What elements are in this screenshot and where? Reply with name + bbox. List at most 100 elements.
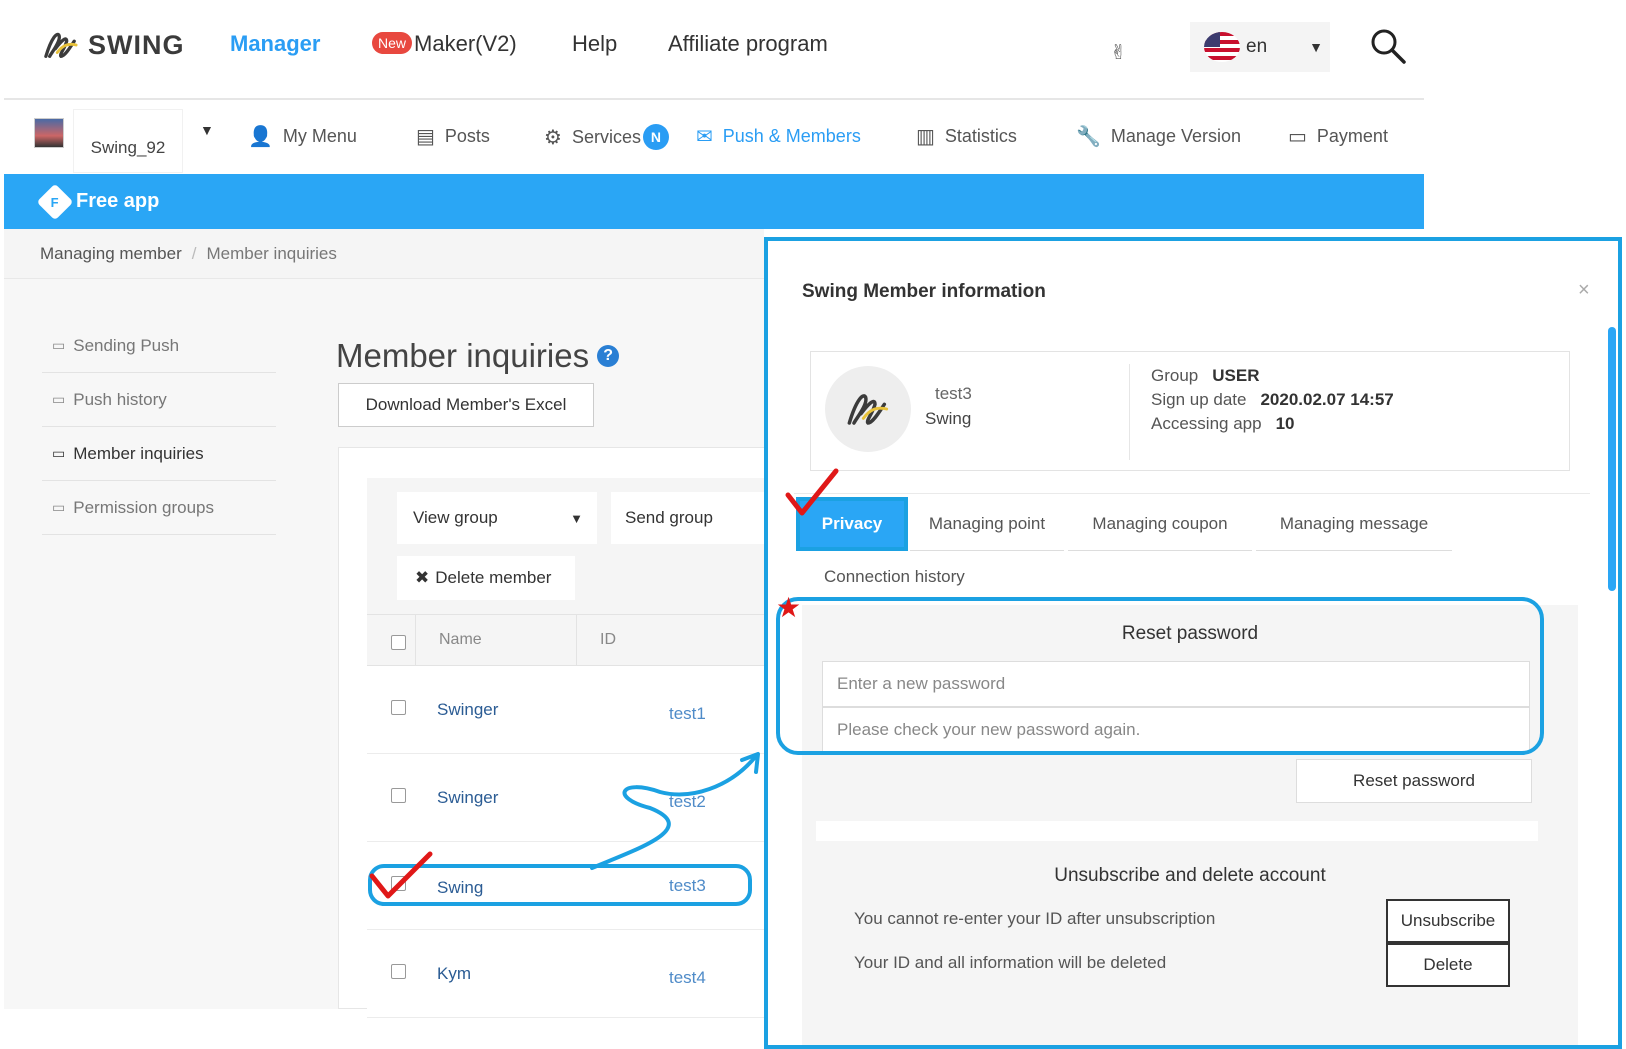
row-id[interactable]: test4 xyxy=(669,968,706,988)
posts-icon: ▤ xyxy=(416,126,435,148)
gear-icon: ⚙ xyxy=(544,126,562,149)
member-name: Swing xyxy=(925,409,972,428)
sidebar-item-label: Permission groups xyxy=(73,497,215,517)
tabs-divider xyxy=(794,493,1590,494)
sidebar-item-push-history[interactable]: ▭ Push history xyxy=(42,373,276,427)
star-icon: ★ xyxy=(776,592,802,623)
subnav-push-members[interactable]: ✉ Push & Members xyxy=(696,124,861,149)
tab-connection-history[interactable]: Connection history xyxy=(824,567,965,587)
row-checkbox[interactable] xyxy=(391,964,406,979)
column-divider xyxy=(415,615,416,667)
breadcrumb: Managing member / Member inquiries xyxy=(4,229,764,279)
language-select[interactable]: en ▼ xyxy=(1190,22,1330,72)
subnav-my-menu-label: My Menu xyxy=(282,126,357,146)
breadcrumb-parent[interactable]: Managing member xyxy=(40,244,182,264)
member-info-modal: Swing Member information × test3 Swing G… xyxy=(764,237,1622,1049)
breadcrumb-current: Member inquiries xyxy=(206,243,337,263)
subnav-statistics-label: Statistics xyxy=(944,126,1017,146)
sidebar-item-member-inquiries[interactable]: ▭ Member inquiries xyxy=(42,427,276,481)
envelope-icon: ✉ xyxy=(696,126,713,148)
subnav-manage-version-label: Manage Version xyxy=(1110,126,1241,146)
free-app-icon-letter: F xyxy=(51,193,59,209)
group-value: USER xyxy=(1212,366,1260,385)
delete-button[interactable]: Delete xyxy=(1386,943,1510,987)
user-icon: 👤 xyxy=(248,126,273,148)
table-row[interactable]: Swinger test1 xyxy=(367,666,769,754)
close-icon[interactable]: × xyxy=(1578,279,1590,302)
peace-hand-icon[interactable]: ✌ xyxy=(1110,40,1127,65)
column-name[interactable]: Name xyxy=(439,631,482,649)
signup-value: 2020.02.07 14:57 xyxy=(1260,390,1394,409)
subnav-services-label: Services xyxy=(571,126,641,147)
bar-chart-icon: ▥ xyxy=(916,126,935,148)
app-caret-down-icon[interactable]: ▼ xyxy=(200,122,214,138)
subnav-statistics[interactable]: ▥ Statistics xyxy=(916,124,1017,149)
send-group-button[interactable]: Send group xyxy=(611,492,771,544)
top-navigation: SWING Manager New Maker(V2) Help Affiliat… xyxy=(4,0,1424,100)
reset-password-highlight xyxy=(776,597,1544,755)
sidebar-item-permission-groups[interactable]: ▭ Permission groups xyxy=(42,481,276,535)
nav-maker-label: Maker(V2) xyxy=(414,31,517,56)
card-icon: ▭ xyxy=(1288,126,1307,148)
subnav-posts[interactable]: ▤ Posts xyxy=(416,124,490,149)
sidebar-item-label: Member inquiries xyxy=(73,443,204,463)
inbox-icon: ▭ xyxy=(52,391,66,407)
app-name[interactable]: Swing_92 xyxy=(74,110,182,172)
section-divider xyxy=(816,821,1538,841)
row-id[interactable]: test1 xyxy=(669,704,706,724)
avatar xyxy=(825,366,911,452)
member-signup: Sign up date 2020.02.07 14:57 xyxy=(1151,390,1394,410)
reset-password-button[interactable]: Reset password xyxy=(1296,759,1532,803)
free-app-label: Free app xyxy=(76,190,160,212)
member-list-panel: View group ▼ Send group ✖ Delete member … xyxy=(338,447,771,1018)
search-icon[interactable] xyxy=(1368,26,1408,66)
free-app-icon: F xyxy=(36,183,74,220)
row-name[interactable]: Swinger xyxy=(437,788,498,808)
nav-affiliate[interactable]: Affiliate program xyxy=(668,31,828,57)
sidebar-item-label: Push history xyxy=(73,389,167,409)
red-check-icon xyxy=(785,468,839,516)
subnav-posts-label: Posts xyxy=(444,126,490,146)
caret-down-icon: ▼ xyxy=(570,510,583,526)
inbox-icon: ▭ xyxy=(52,499,66,515)
row-name[interactable]: Kym xyxy=(437,964,471,984)
sidebar-item-sending-push[interactable]: ▭ Sending Push xyxy=(42,319,276,373)
caret-down-icon: ▼ xyxy=(1309,39,1323,55)
row-checkbox[interactable] xyxy=(391,700,406,715)
row-name[interactable]: Swinger xyxy=(437,700,498,720)
page-title-text: Member inquiries xyxy=(336,337,590,374)
wrench-icon: 🔧 xyxy=(1076,126,1101,148)
table-header: Name ID xyxy=(367,614,769,667)
delete-member-button[interactable]: ✖ Delete member xyxy=(397,556,575,600)
unsubscribe-title: Unsubscribe and delete account xyxy=(1054,865,1326,886)
help-icon[interactable]: ? xyxy=(597,345,620,367)
subnav-payment[interactable]: ▭ Payment xyxy=(1288,124,1388,149)
nav-manager[interactable]: Manager xyxy=(230,31,320,57)
red-check-icon xyxy=(369,851,433,899)
column-id[interactable]: ID xyxy=(600,631,616,649)
subnav-services[interactable]: ⚙ Services N xyxy=(544,124,669,150)
swing-logo[interactable]: SWING xyxy=(42,28,185,62)
tab-managing-point[interactable]: Managing point xyxy=(910,497,1064,551)
view-group-label: View group xyxy=(413,508,498,527)
table-row[interactable]: Kym test4 xyxy=(367,930,769,1018)
nav-maker[interactable]: New Maker(V2) xyxy=(372,31,517,57)
row-checkbox[interactable] xyxy=(391,788,406,803)
tab-managing-coupon[interactable]: Managing coupon xyxy=(1068,497,1252,551)
sidebar-item-label: Sending Push xyxy=(73,335,180,355)
view-group-select[interactable]: View group ▼ xyxy=(397,492,597,544)
unsubscribe-button[interactable]: Unsubscribe xyxy=(1386,899,1510,943)
modal-title: Swing Member information xyxy=(802,281,1046,302)
language-label: en xyxy=(1246,36,1268,57)
us-flag-icon xyxy=(1204,32,1240,62)
modal-scrollbar[interactable] xyxy=(1608,327,1616,591)
nav-help[interactable]: Help xyxy=(572,31,617,57)
subnav-my-menu[interactable]: 👤 My Menu xyxy=(248,124,357,149)
inbox-icon: ▭ xyxy=(52,337,66,353)
logo-mark-icon xyxy=(44,32,78,58)
subnav-manage-version[interactable]: 🔧 Manage Version xyxy=(1076,124,1241,149)
select-all-checkbox[interactable] xyxy=(391,635,406,650)
tab-managing-message[interactable]: Managing message xyxy=(1256,497,1452,551)
download-excel-button[interactable]: Download Member's Excel xyxy=(338,383,594,427)
member-id: test3 xyxy=(935,384,972,403)
